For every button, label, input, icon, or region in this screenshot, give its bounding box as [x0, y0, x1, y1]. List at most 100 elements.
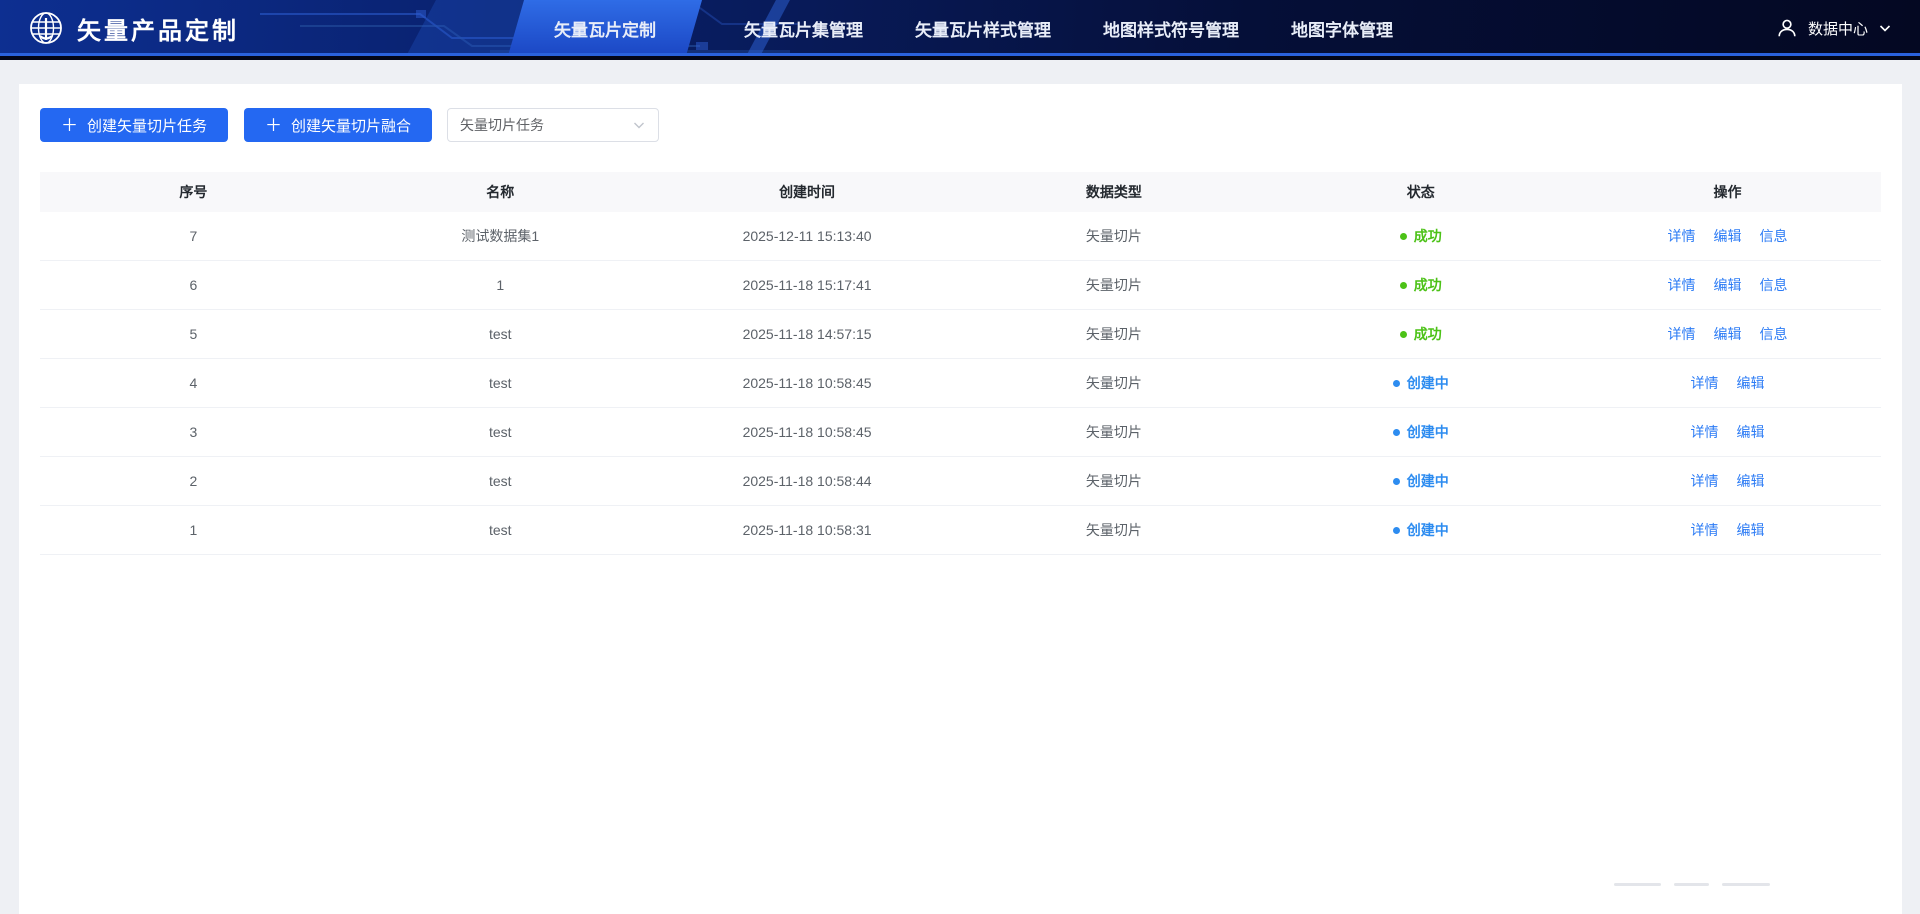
action-detail-link[interactable]: 详情	[1668, 226, 1696, 246]
table-header-row: 序号名称创建时间数据类型状态操作	[40, 172, 1881, 212]
status-badge: 创建中	[1393, 520, 1449, 540]
toolbar: ＋ 创建矢量切片任务 ＋ 创建矢量切片融合 矢量切片任务	[19, 84, 1902, 142]
table-row: 612025-11-18 15:17:41矢量切片 成功 详情编辑信息	[40, 261, 1881, 310]
action-detail-link[interactable]: 详情	[1691, 471, 1719, 491]
table-row: 3test2025-11-18 10:58:45矢量切片创建中详情编辑	[40, 408, 1881, 457]
table-row: 5test2025-11-18 14:57:15矢量切片成功详情编辑信息	[40, 310, 1881, 359]
plus-icon: ＋	[265, 117, 282, 134]
cell-status: 成功	[1267, 324, 1574, 344]
cell-actions: 详情编辑信息	[1574, 324, 1881, 344]
create-tile-task-button[interactable]: ＋ 创建矢量切片任务	[40, 108, 228, 142]
cell-type: 矢量切片	[960, 275, 1267, 295]
cell-name: test	[347, 326, 654, 342]
nav-tab-vector-tile-style-mgmt[interactable]: 矢量瓦片样式管理	[889, 0, 1077, 56]
column-header: 操作	[1574, 182, 1881, 202]
globe-logo-icon	[28, 10, 64, 46]
cell-actions: 详情编辑信息	[1574, 226, 1881, 246]
row-actions: 详情编辑信息	[1668, 324, 1788, 344]
row-actions: 详情编辑信息	[1668, 275, 1788, 295]
user-menu[interactable]: 数据中心	[1776, 0, 1892, 56]
nav-tab-map-font-mgmt[interactable]: 地图字体管理	[1265, 0, 1419, 56]
cell-name: 1	[347, 277, 654, 293]
action-edit-link[interactable]: 编辑	[1737, 471, 1765, 491]
cell-created: 2025-12-11 15:13:40	[654, 228, 961, 244]
nav-tab-vector-tileset-mgmt[interactable]: 矢量瓦片集管理	[718, 0, 889, 56]
cell-name: test	[347, 473, 654, 489]
cell-name: 测试数据集1	[347, 226, 654, 246]
action-info-link[interactable]: 信息	[1760, 324, 1788, 344]
nav-tab-map-symbol-mgmt[interactable]: 地图样式符号管理	[1077, 0, 1265, 56]
content-card: ＋ 创建矢量切片任务 ＋ 创建矢量切片融合 矢量切片任务 序号名称创建时间数据类…	[19, 84, 1902, 914]
action-edit-link[interactable]: 编辑	[1737, 520, 1765, 540]
status-dot-icon	[1393, 527, 1400, 534]
user-name: 数据中心	[1808, 18, 1868, 39]
cell-created: 2025-11-18 15:17:41	[654, 277, 961, 293]
row-actions: 详情编辑	[1691, 520, 1765, 540]
action-detail-link[interactable]: 详情	[1668, 324, 1696, 344]
action-detail-link[interactable]: 详情	[1691, 373, 1719, 393]
status-badge: 创建中	[1393, 471, 1449, 491]
task-type-select[interactable]: 矢量切片任务	[447, 108, 659, 142]
action-detail-link[interactable]: 详情	[1691, 520, 1719, 540]
row-actions: 详情编辑	[1691, 422, 1765, 442]
pagination-placeholder-dash	[1722, 883, 1770, 886]
create-tile-merge-button[interactable]: ＋ 创建矢量切片融合	[244, 108, 432, 142]
column-header: 数据类型	[960, 182, 1267, 202]
chevron-down-icon	[1878, 21, 1892, 35]
pagination-placeholder	[1614, 883, 1770, 886]
column-header: 序号	[40, 182, 347, 202]
brand: 矢量产品定制	[28, 0, 239, 56]
cell-type: 矢量切片	[960, 226, 1267, 246]
column-header: 名称	[347, 182, 654, 202]
action-edit-link[interactable]: 编辑	[1714, 275, 1742, 295]
user-icon	[1776, 17, 1798, 39]
status-badge: 成功	[1400, 275, 1442, 295]
cell-seq: 2	[40, 473, 347, 489]
app-header: 矢量产品定制 矢量瓦片定制 矢量瓦片集管理 矢量瓦片样式管理 地图样式符号管理 地图字体…	[0, 0, 1920, 56]
cell-created: 2025-11-18 10:58:31	[654, 522, 961, 538]
cell-seq: 4	[40, 375, 347, 391]
status-label: 创建中	[1407, 373, 1449, 393]
cell-status: 创建中	[1267, 520, 1574, 540]
cell-actions: 详情编辑	[1574, 422, 1881, 442]
task-table: 序号名称创建时间数据类型状态操作 7测试数据集12025-12-11 15:13…	[40, 172, 1881, 555]
action-detail-link[interactable]: 详情	[1668, 275, 1696, 295]
status-label: 创建中	[1407, 471, 1449, 491]
chevron-down-icon	[632, 118, 646, 132]
cell-type: 矢量切片	[960, 373, 1267, 393]
status-label: 成功	[1414, 226, 1442, 246]
cell-name: test	[347, 375, 654, 391]
status-badge: 创建中	[1393, 373, 1449, 393]
cell-status: 创建中	[1267, 471, 1574, 491]
action-edit-link[interactable]: 编辑	[1737, 422, 1765, 442]
column-header: 创建时间	[654, 182, 961, 202]
action-edit-link[interactable]: 编辑	[1714, 226, 1742, 246]
nav-tab-vector-tile-custom[interactable]: 矢量瓦片定制	[520, 0, 690, 56]
cell-status: 成功	[1267, 275, 1574, 295]
cell-actions: 详情编辑信息	[1574, 275, 1881, 295]
cell-created: 2025-11-18 14:57:15	[654, 326, 961, 342]
action-info-link[interactable]: 信息	[1760, 226, 1788, 246]
cell-type: 矢量切片	[960, 520, 1267, 540]
status-label: 创建中	[1407, 422, 1449, 442]
status-dot-icon	[1393, 429, 1400, 436]
cell-seq: 6	[40, 277, 347, 293]
cell-seq: 5	[40, 326, 347, 342]
row-actions: 详情编辑信息	[1668, 226, 1788, 246]
table-body: 7测试数据集12025-12-11 15:13:40矢量切片成功详情编辑信息61…	[40, 212, 1881, 555]
nav-tab-label: 地图字体管理	[1291, 16, 1393, 41]
main-nav: 矢量瓦片定制 矢量瓦片集管理 矢量瓦片样式管理 地图样式符号管理 地图字体管理	[520, 0, 1419, 56]
pagination-placeholder-dash	[1614, 883, 1661, 886]
nav-tab-label: 矢量瓦片集管理	[744, 16, 863, 41]
task-type-select-value: 矢量切片任务	[460, 115, 544, 135]
cell-actions: 详情编辑	[1574, 471, 1881, 491]
status-badge: 成功	[1400, 324, 1442, 344]
cell-status: 成功	[1267, 226, 1574, 246]
nav-tab-label: 地图样式符号管理	[1103, 16, 1239, 41]
cell-seq: 7	[40, 228, 347, 244]
action-detail-link[interactable]: 详情	[1691, 422, 1719, 442]
action-edit-link[interactable]: 编辑	[1737, 373, 1765, 393]
action-info-link[interactable]: 信息	[1760, 275, 1788, 295]
plus-icon: ＋	[61, 117, 78, 134]
action-edit-link[interactable]: 编辑	[1714, 324, 1742, 344]
